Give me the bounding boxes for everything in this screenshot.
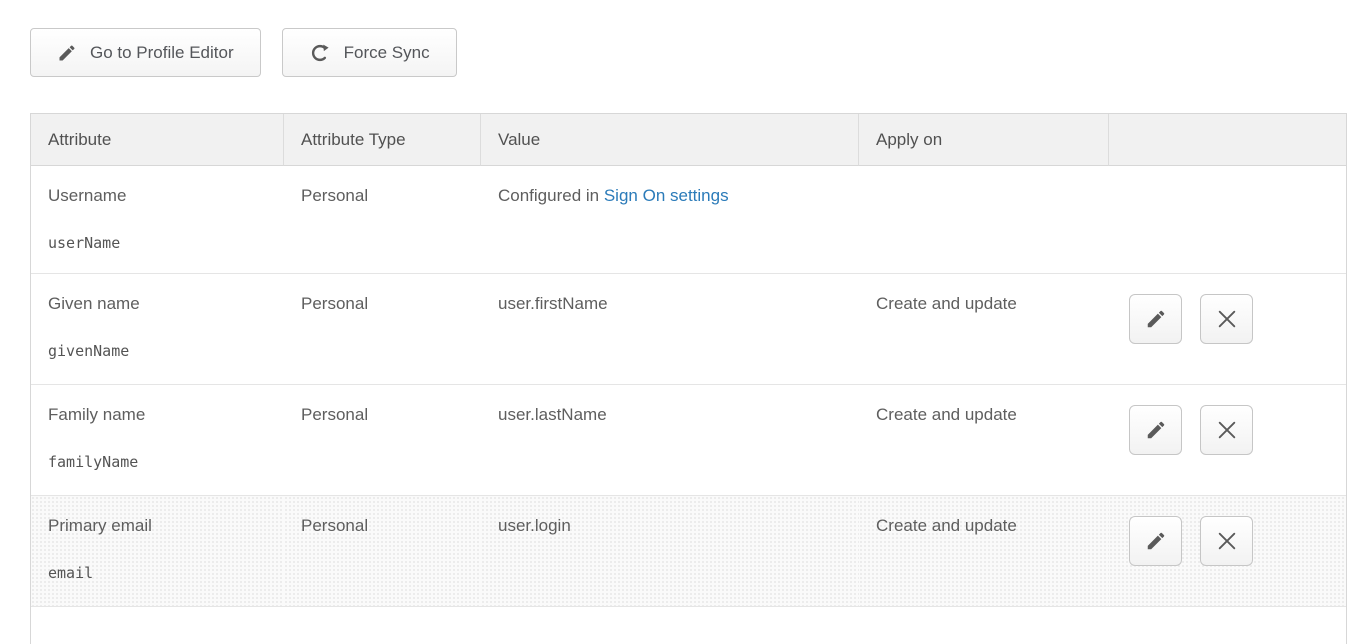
value-text: Configured in bbox=[498, 186, 604, 205]
go-to-profile-editor-label: Go to Profile Editor bbox=[90, 43, 234, 63]
apply-on-cell bbox=[859, 166, 1109, 274]
attribute-type-cell: Personal bbox=[284, 496, 481, 607]
delete-attribute-button[interactable] bbox=[1200, 294, 1253, 344]
attribute-name: familyName bbox=[48, 453, 274, 471]
attribute-type-cell: Personal bbox=[284, 166, 481, 274]
edit-attribute-button[interactable] bbox=[1129, 516, 1182, 566]
header-attribute-type: Attribute Type bbox=[284, 114, 481, 166]
row-actions bbox=[1129, 294, 1336, 344]
value-cell: user.login bbox=[481, 496, 859, 607]
close-icon bbox=[1216, 308, 1238, 330]
row-actions bbox=[1129, 516, 1336, 566]
value-cell: user.lastName bbox=[481, 385, 859, 496]
header-attribute: Attribute bbox=[31, 114, 284, 166]
pencil-icon bbox=[57, 43, 77, 63]
header-value: Value bbox=[481, 114, 859, 166]
pencil-icon bbox=[1145, 419, 1167, 441]
apply-on-cell: Create and update bbox=[859, 385, 1109, 496]
table-row-given-name: Given name givenName Personal user.first… bbox=[31, 274, 1346, 385]
table-header: Attribute Attribute Type Value Apply on bbox=[31, 114, 1346, 166]
delete-attribute-button[interactable] bbox=[1200, 516, 1253, 566]
table-row-primary-email: Primary email email Personal user.login … bbox=[31, 496, 1346, 607]
table-row-username: Username userName Personal Configured in… bbox=[31, 166, 1346, 274]
sign-on-settings-link[interactable]: Sign On settings bbox=[604, 186, 729, 205]
attribute-label: Primary email bbox=[48, 516, 274, 536]
edit-attribute-button[interactable] bbox=[1129, 405, 1182, 455]
force-sync-label: Force Sync bbox=[344, 43, 430, 63]
attribute-name: givenName bbox=[48, 342, 274, 360]
value-cell: user.firstName bbox=[481, 274, 859, 385]
attribute-type-cell: Personal bbox=[284, 385, 481, 496]
edit-attribute-button[interactable] bbox=[1129, 294, 1182, 344]
refresh-icon bbox=[309, 42, 331, 64]
force-sync-button[interactable]: Force Sync bbox=[282, 28, 457, 77]
apply-on-cell: Create and update bbox=[859, 274, 1109, 385]
attribute-mapping-table: Attribute Attribute Type Value Apply on … bbox=[30, 113, 1347, 644]
attribute-name: email bbox=[48, 564, 274, 582]
attribute-label: Given name bbox=[48, 294, 274, 314]
close-icon bbox=[1216, 419, 1238, 441]
apply-on-cell: Create and update bbox=[859, 496, 1109, 607]
pencil-icon bbox=[1145, 308, 1167, 330]
go-to-profile-editor-button[interactable]: Go to Profile Editor bbox=[30, 28, 261, 77]
attribute-label: Family name bbox=[48, 405, 274, 425]
profile-mappings-page: Go to Profile Editor Force Sync Attribut… bbox=[0, 0, 1370, 644]
attribute-label: Username bbox=[48, 186, 274, 206]
header-actions bbox=[1109, 114, 1346, 166]
table-row-family-name: Family name familyName Personal user.las… bbox=[31, 385, 1346, 496]
attribute-name: userName bbox=[48, 234, 274, 252]
close-icon bbox=[1216, 530, 1238, 552]
toolbar: Go to Profile Editor Force Sync bbox=[30, 28, 1370, 77]
row-actions bbox=[1129, 405, 1336, 455]
pencil-icon bbox=[1145, 530, 1167, 552]
header-apply-on: Apply on bbox=[859, 114, 1109, 166]
delete-attribute-button[interactable] bbox=[1200, 405, 1253, 455]
table-row-partial bbox=[31, 607, 1346, 644]
attribute-type-cell: Personal bbox=[284, 274, 481, 385]
